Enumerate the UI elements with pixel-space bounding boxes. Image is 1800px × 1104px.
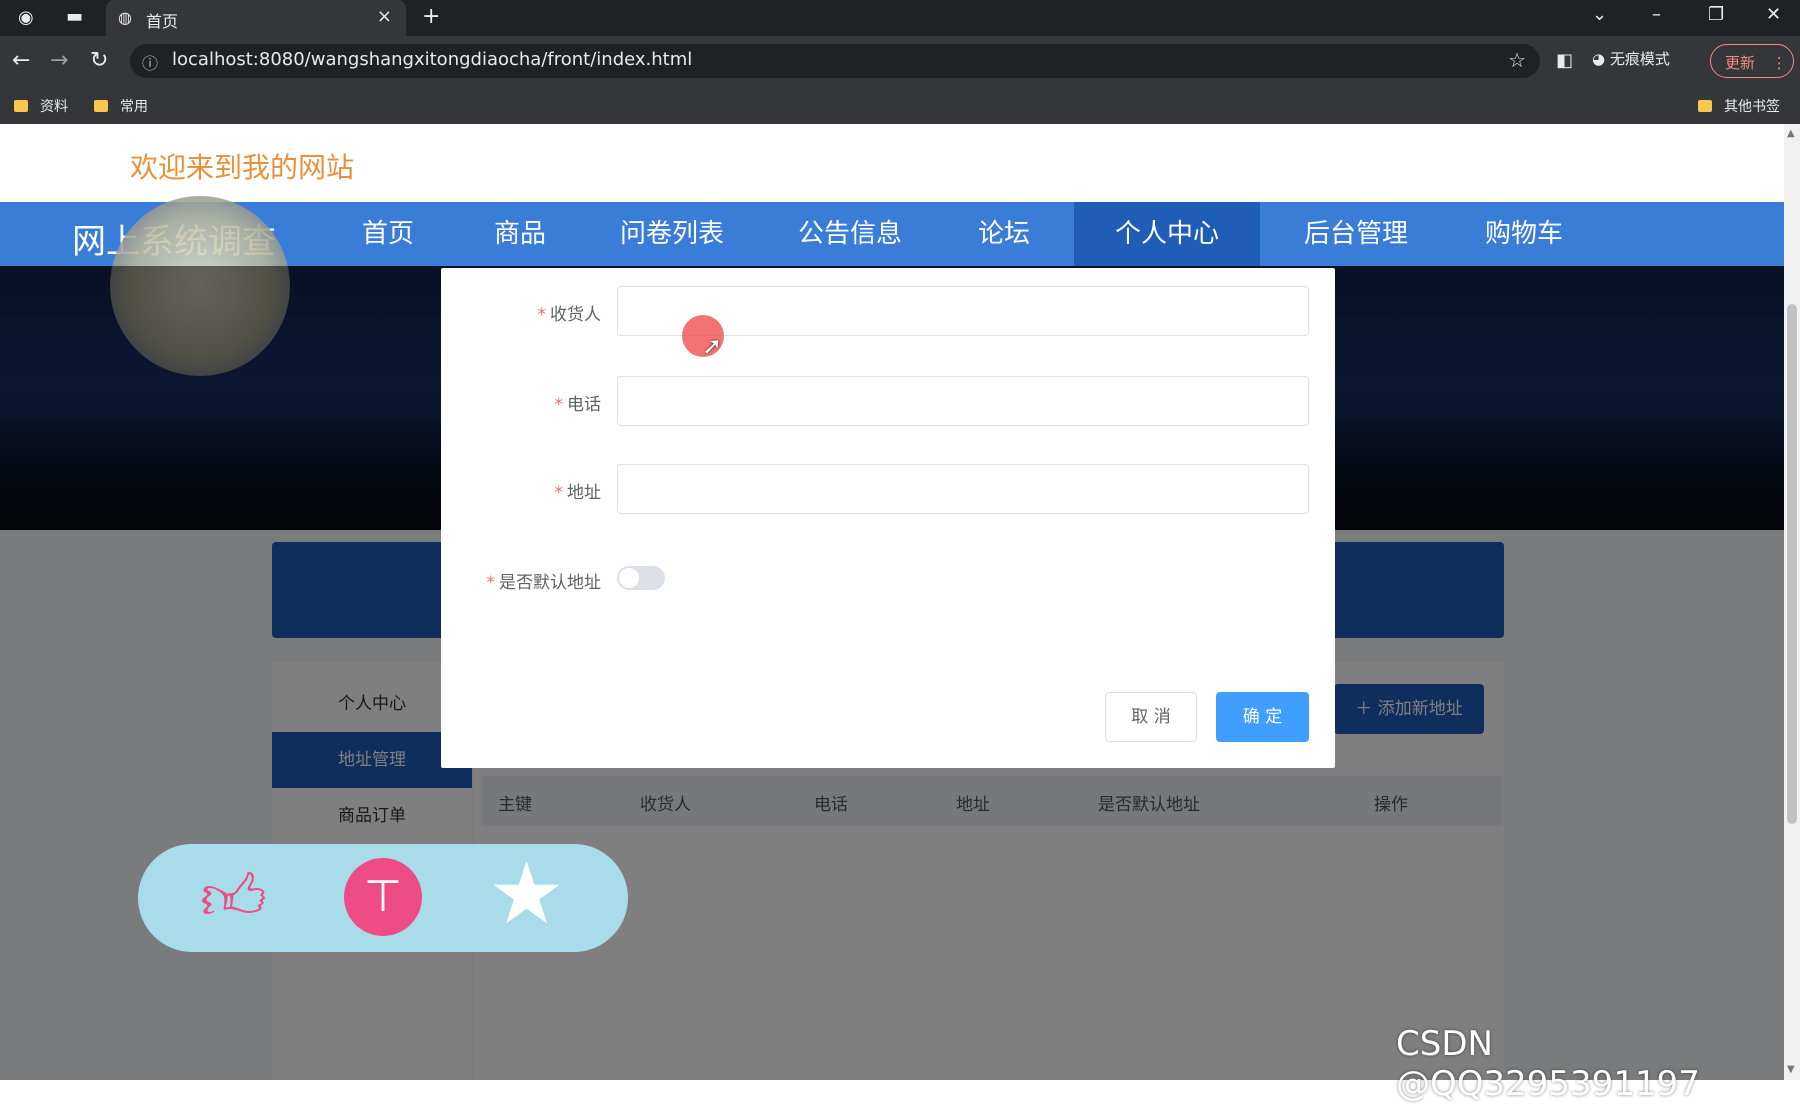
address-input[interactable]	[617, 464, 1309, 514]
incognito-icon: ◕	[1592, 50, 1606, 68]
bookmark-folder[interactable]: 资料	[14, 96, 68, 116]
more-icon: ⋮	[1771, 54, 1787, 72]
minimize-icon[interactable]: –	[1652, 4, 1661, 25]
new-tab-icon[interactable]: +	[422, 4, 440, 29]
back-icon[interactable]: ←	[12, 48, 30, 73]
chrome-menu-icon[interactable]: ◉	[18, 7, 34, 28]
other-bookmarks[interactable]: 其他书签	[1698, 96, 1780, 116]
browser-address-bar: ← → ↻ ⓘ localhost:8080/wangshangxitongdi…	[0, 36, 1800, 86]
browser-tab[interactable]: ◍ 首页 ×	[106, 0, 406, 36]
tab-search-icon[interactable]: ▬	[66, 6, 83, 27]
scroll-thumb[interactable]	[1787, 304, 1797, 824]
bookmarks-bar: 资料 常用 其他书签	[0, 86, 1800, 124]
folder-icon	[14, 100, 28, 112]
bookmark-label: 常用	[120, 99, 148, 115]
browser-tab-bar: ◉ ▬ ◍ 首页 × + ⌄ – ❐ ✕	[0, 0, 1800, 36]
update-label: 更新	[1725, 54, 1756, 72]
page-scrollbar[interactable]: ▲ ▼	[1784, 124, 1800, 1080]
favorite-star-icon[interactable]: ★	[488, 844, 565, 944]
confirm-button[interactable]: 确 定	[1216, 692, 1309, 742]
scroll-up-icon[interactable]: ▲	[1787, 128, 1795, 139]
phone-input[interactable]	[617, 376, 1309, 426]
nav-announcements[interactable]: 公告信息	[790, 202, 910, 266]
update-button[interactable]: 更新 ⋮	[1710, 44, 1794, 78]
nav-personal-center[interactable]: 个人中心	[1074, 202, 1260, 266]
nav-home[interactable]: 首页	[352, 202, 424, 266]
default-address-toggle[interactable]	[617, 566, 665, 590]
toggle-knob	[619, 568, 639, 588]
floating-action-bar: 👍︎ ⊤ ★	[138, 844, 628, 952]
cancel-button[interactable]: 取 消	[1105, 692, 1197, 742]
bookmark-label: 资料	[40, 99, 68, 115]
side-panel-icon[interactable]: ◧	[1556, 50, 1573, 71]
url-field[interactable]: ⓘ localhost:8080/wangshangxitongdiaocha/…	[130, 44, 1540, 78]
watermark-text: CSDN @QQ3295391197	[1396, 1024, 1700, 1104]
default-address-label: * 是否默认地址	[486, 573, 602, 593]
bookmark-folder[interactable]: 常用	[94, 96, 148, 116]
consignee-label: * 收货人	[537, 305, 602, 325]
forward-icon[interactable]: →	[50, 48, 68, 73]
mouse-cursor-icon: ➚	[702, 332, 723, 360]
site-info-icon[interactable]: ⓘ	[142, 50, 158, 74]
thumbs-up-icon[interactable]: 👍︎	[200, 862, 267, 934]
bookmark-star-icon[interactable]: ☆	[1508, 48, 1526, 72]
web-page: 欢迎来到我的网站 网上系统调查 首页 商品 问卷列表 公告信息 论坛 个人中心 …	[0, 124, 1784, 1080]
back-to-top-icon[interactable]: ⊤	[344, 858, 422, 936]
bookmark-label: 其他书签	[1724, 99, 1780, 115]
tab-title: 首页	[146, 12, 179, 31]
close-window-icon[interactable]: ✕	[1766, 4, 1781, 25]
reload-icon[interactable]: ↻	[90, 48, 108, 73]
nav-questionnaires[interactable]: 问卷列表	[612, 202, 732, 266]
incognito-label: 无痕模式	[1609, 50, 1670, 68]
nav-products[interactable]: 商品	[484, 202, 556, 266]
phone-label: * 电话	[554, 395, 602, 415]
nav-admin[interactable]: 后台管理	[1296, 202, 1416, 266]
incognito-indicator[interactable]: ◕ 无痕模式	[1592, 48, 1670, 69]
nav-forum[interactable]: 论坛	[968, 202, 1040, 266]
globe-icon: ◍	[118, 8, 132, 27]
tab-list-icon[interactable]: ⌄	[1592, 4, 1607, 25]
nav-cart[interactable]: 购物车	[1472, 202, 1576, 266]
restore-icon[interactable]: ❐	[1708, 4, 1724, 25]
folder-icon	[94, 100, 108, 112]
address-label: * 地址	[554, 483, 602, 503]
url-text: localhost:8080/wangshangxitongdiaocha/fr…	[172, 49, 693, 70]
tab-close-icon[interactable]: ×	[377, 6, 392, 27]
folder-icon	[1698, 100, 1712, 112]
welcome-text: 欢迎来到我的网站	[130, 151, 355, 184]
address-dialog: * 收货人 * 电话 * 地址 * 是否默认地址 取 消 确 定	[441, 268, 1335, 768]
